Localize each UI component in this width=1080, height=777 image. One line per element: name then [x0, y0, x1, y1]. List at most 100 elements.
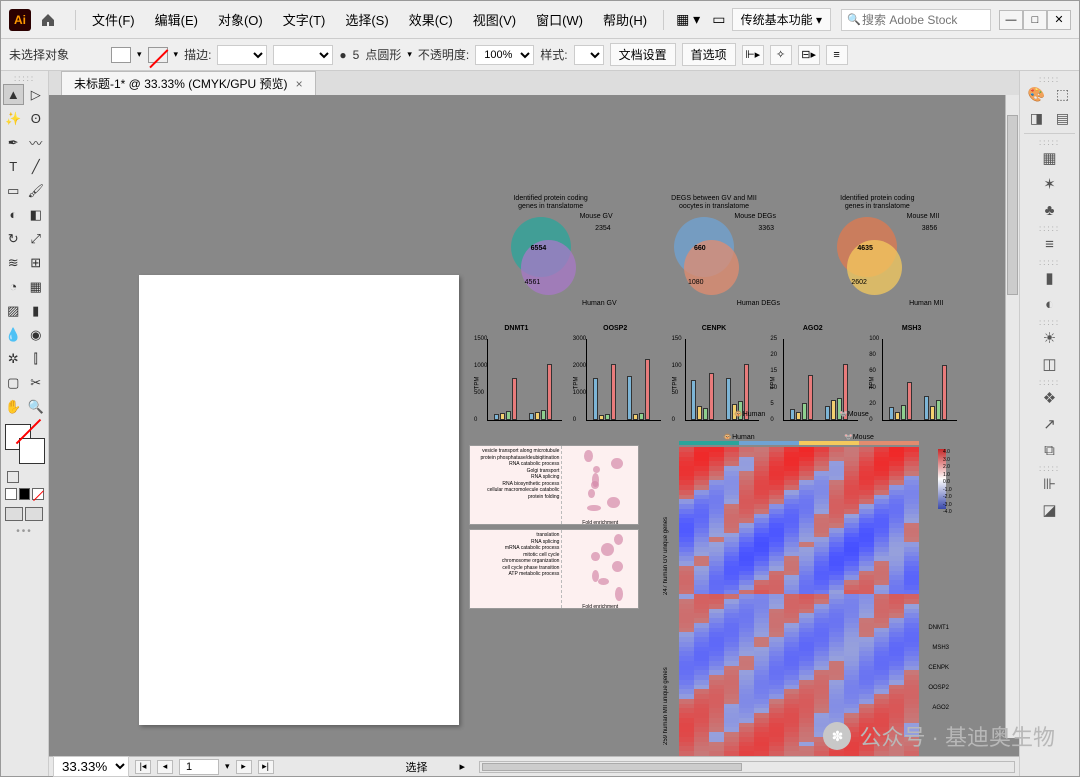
isolate-icon[interactable]: ⊟▸ — [798, 45, 820, 65]
layers-panel-icon[interactable]: ❖ — [1038, 386, 1062, 410]
search-input[interactable] — [841, 9, 991, 31]
free-transform-tool-icon[interactable]: ⊞ — [26, 252, 47, 273]
canvas[interactable]: Identified protein codinggenes in transl… — [49, 95, 1019, 756]
document-tab[interactable]: 未标题-1* @ 33.33% (CMYK/GPU 预览) × — [61, 71, 316, 95]
blend-tool-icon[interactable]: ◉ — [26, 324, 47, 345]
direct-selection-tool-icon[interactable]: ▷ — [26, 84, 47, 105]
none-mode-icon[interactable] — [32, 488, 44, 500]
minimize-button[interactable]: — — [999, 10, 1023, 30]
align-icon[interactable]: ⊩▸ — [742, 45, 764, 65]
paintbrush-tool-icon[interactable]: 🖌 — [26, 180, 47, 201]
pathfinder-panel-icon[interactable]: ◪ — [1038, 498, 1062, 522]
opacity-select[interactable]: 100% — [475, 45, 534, 65]
document-setup-button[interactable]: 文档设置 — [610, 43, 676, 66]
prev-artboard-icon[interactable]: ◂ — [157, 760, 173, 774]
transparency-panel-icon[interactable]: ◐ — [1038, 292, 1062, 316]
selection-tool-icon[interactable]: ▲ — [3, 84, 24, 105]
eyedropper-tool-icon[interactable]: 💧 — [3, 324, 24, 345]
brush-select[interactable] — [273, 45, 333, 65]
menu-help[interactable]: 帮助(H) — [593, 10, 657, 29]
edit-toolbar-icon[interactable]: ••• — [3, 526, 46, 537]
next-artboard-icon[interactable]: ▸ — [236, 760, 252, 774]
artboard-number-field[interactable]: 1 — [179, 759, 219, 775]
color-panel-icon[interactable]: 🎨 — [1026, 83, 1048, 105]
gradient-tool-icon[interactable]: ▮ — [26, 300, 47, 321]
dock-grip-icon[interactable]: ::::: — [1024, 75, 1075, 81]
toolbox: ::::: ▲▷ ✨ʘ ✒〰 T╱ ▭🖌 ◐◧ ↻⤢ ≋⊞ ◔▦ ▨▮ 💧◉ ✲… — [1, 71, 49, 776]
menu-select[interactable]: 选择(S) — [335, 10, 398, 29]
appearance-panel-icon[interactable]: ☀ — [1038, 326, 1062, 350]
zoom-tool-icon[interactable]: 🔍 — [26, 396, 47, 417]
symbols-panel-icon[interactable]: ✶ — [1038, 172, 1062, 196]
slice-tool-icon[interactable]: ✂ — [26, 372, 47, 393]
style-select[interactable] — [574, 45, 604, 65]
draw-mode-icon[interactable] — [5, 507, 23, 521]
libraries-panel-icon[interactable]: ▤ — [1052, 107, 1074, 129]
stroke-weight-select[interactable] — [217, 45, 267, 65]
gpu-icon[interactable]: ▭ — [706, 11, 731, 28]
maximize-button[interactable]: □ — [1023, 10, 1047, 30]
stroke-swatch[interactable] — [148, 47, 168, 63]
hand-tool-icon[interactable]: ✋ — [3, 396, 24, 417]
home-icon[interactable] — [37, 9, 59, 31]
zoom-select[interactable]: 33.33% — [53, 756, 129, 777]
shape-builder-tool-icon[interactable]: ◔ — [3, 276, 24, 297]
transform-icon[interactable]: ✧ — [770, 45, 792, 65]
perspective-tool-icon[interactable]: ▦ — [26, 276, 47, 297]
line-tool-icon[interactable]: ╱ — [26, 156, 47, 177]
menu-view[interactable]: 视图(V) — [463, 10, 526, 29]
horizontal-scrollbar[interactable] — [479, 761, 1015, 773]
menu-effect[interactable]: 效果(C) — [399, 10, 463, 29]
toolbox-grip-icon[interactable]: ::::: — [3, 75, 46, 81]
rotate-tool-icon[interactable]: ↻ — [3, 228, 24, 249]
symbol-sprayer-tool-icon[interactable]: ✲ — [3, 348, 24, 369]
lasso-tool-icon[interactable]: ʘ — [26, 108, 47, 129]
swatches-panel-icon[interactable]: ◨ — [1026, 107, 1048, 129]
gradient-mode-icon[interactable] — [19, 488, 31, 500]
close-button[interactable]: ✕ — [1047, 10, 1071, 30]
scale-tool-icon[interactable]: ⤢ — [26, 228, 47, 249]
pen-tool-icon[interactable]: ✒ — [3, 132, 24, 153]
magic-wand-tool-icon[interactable]: ✨ — [3, 108, 24, 129]
width-tool-icon[interactable]: ≋ — [3, 252, 24, 273]
screen-mode-icon[interactable] — [25, 507, 43, 521]
graph-tool-icon[interactable]: ⫿ — [26, 348, 47, 369]
menu-edit[interactable]: 编辑(E) — [145, 10, 208, 29]
artboards-panel-icon[interactable]: ⧉ — [1038, 438, 1062, 462]
menu-type[interactable]: 文字(T) — [273, 10, 336, 29]
bar-chart: CENPK TPM 050100150 — [667, 325, 762, 435]
tab-close-icon[interactable]: × — [296, 77, 303, 91]
fill-swatch[interactable] — [111, 47, 131, 63]
preferences-button[interactable]: 首选项 — [682, 43, 736, 66]
graphic-styles-panel-icon[interactable]: ◫ — [1038, 352, 1062, 376]
clubs-panel-icon[interactable]: ♣ — [1038, 198, 1062, 222]
workspace-switcher[interactable]: 传统基本功能 ▾ — [732, 8, 831, 31]
curvature-tool-icon[interactable]: 〰 — [26, 132, 47, 153]
last-artboard-icon[interactable]: ▸| — [258, 760, 274, 774]
color-mode-icon[interactable] — [5, 488, 17, 500]
eraser-tool-icon[interactable]: ◧ — [26, 204, 47, 225]
menu-file[interactable]: 文件(F) — [82, 10, 145, 29]
mesh-tool-icon[interactable]: ▨ — [3, 300, 24, 321]
type-tool-icon[interactable]: T — [3, 156, 24, 177]
arrange-docs-icon[interactable]: ▦ ▾ — [670, 11, 706, 28]
asset-export-panel-icon[interactable]: ↗ — [1038, 412, 1062, 436]
shaper-tool-icon[interactable]: ◐ — [3, 204, 24, 225]
menu-more-icon[interactable]: ≡ — [826, 45, 848, 65]
tab-title: 未标题-1* @ 33.33% (CMYK/GPU 预览) — [74, 75, 288, 92]
artboard[interactable] — [139, 275, 459, 725]
rectangle-tool-icon[interactable]: ▭ — [3, 180, 24, 201]
gradient-panel-icon[interactable]: ▮ — [1038, 266, 1062, 290]
fill-stroke-control[interactable] — [5, 424, 45, 464]
first-artboard-icon[interactable]: |◂ — [135, 760, 151, 774]
artboard-tool-icon[interactable]: ▢ — [3, 372, 24, 393]
swap-fill-stroke-icon[interactable] — [7, 471, 19, 483]
menu-window[interactable]: 窗口(W) — [526, 10, 593, 29]
brushes-panel-icon[interactable]: ▦ — [1038, 146, 1062, 170]
align-panel-icon[interactable]: ⊪ — [1038, 472, 1062, 496]
properties-panel-icon[interactable]: ⬚ — [1052, 83, 1074, 105]
figure-group[interactable]: Identified protein codinggenes in transl… — [469, 195, 959, 756]
vertical-scrollbar[interactable] — [1005, 95, 1019, 738]
menu-object[interactable]: 对象(O) — [208, 10, 273, 29]
stroke-panel-icon[interactable]: ≡ — [1038, 232, 1062, 256]
